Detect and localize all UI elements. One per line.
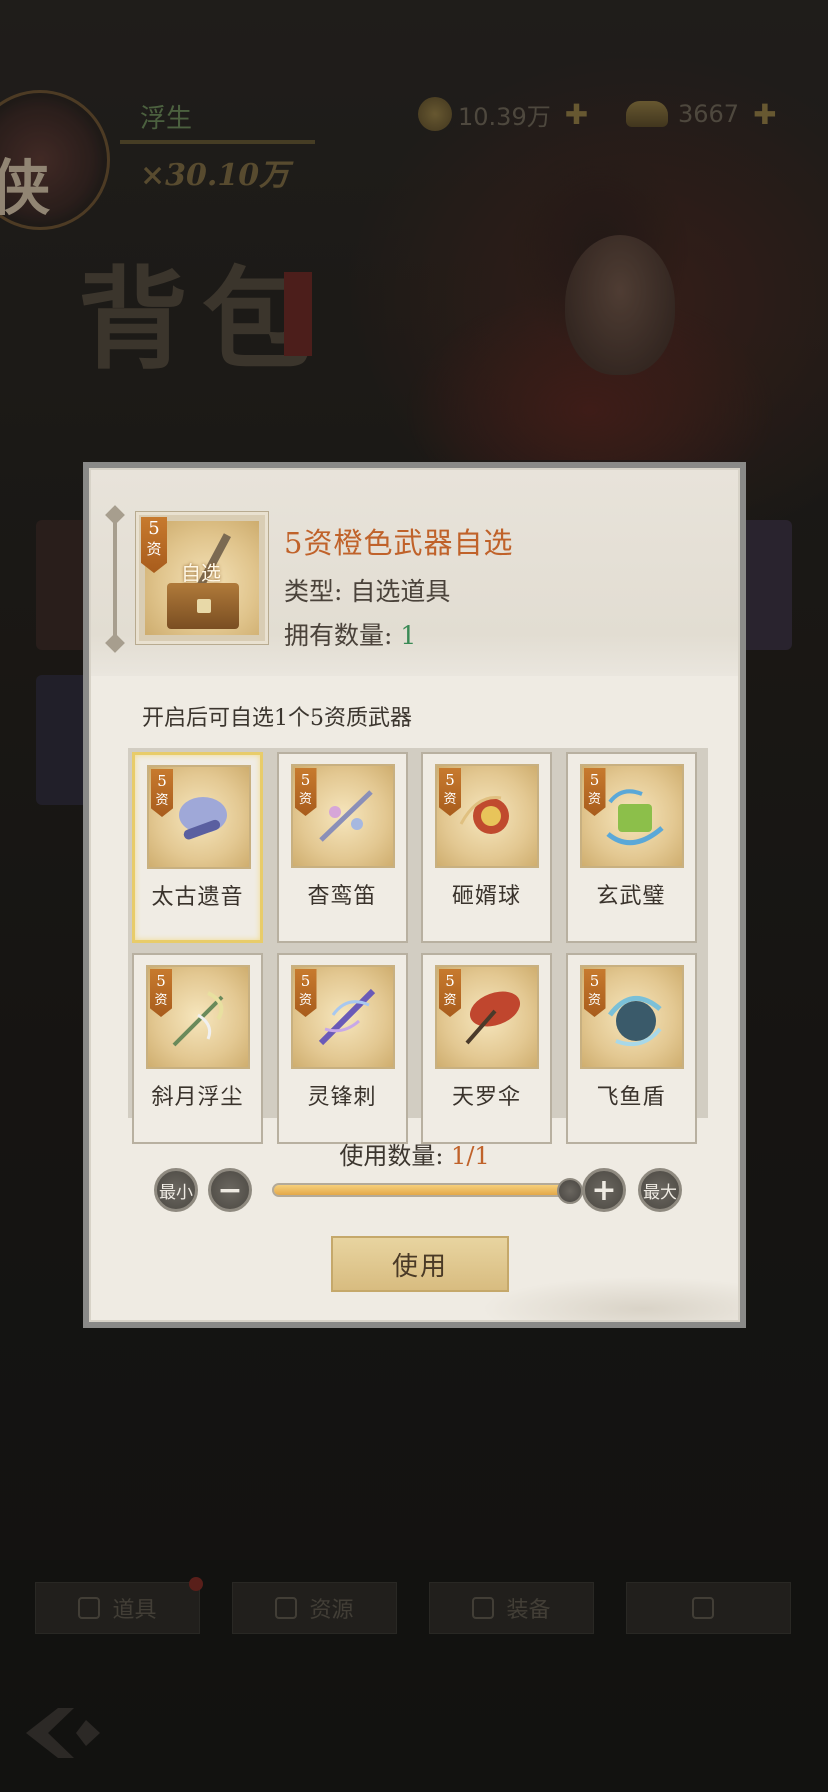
weapon-option-card[interactable]: 5 资砸婿球	[421, 752, 552, 943]
weapon-art-icon	[318, 790, 373, 842]
grade-char: 资	[587, 792, 601, 807]
weapon-icon: 5资	[146, 965, 250, 1069]
weapon-option-card[interactable]: 5 资飞鱼盾	[565, 953, 697, 1144]
scroll-ornament-icon	[113, 512, 117, 646]
weapon-option-card[interactable]: 5 资灵锋刺	[276, 953, 408, 1144]
weapon-icon: 5资	[290, 764, 395, 868]
weapon-name: 玄武璧	[596, 884, 666, 909]
grade-char: 资	[587, 993, 601, 1008]
weapon-art-icon	[465, 991, 521, 1045]
weapon-art-icon	[607, 995, 662, 1046]
grade-badge: 5资	[294, 768, 317, 816]
weapon-art-icon	[172, 991, 224, 1047]
min-quantity-button[interactable]: 最小	[154, 1168, 198, 1212]
item-owned: 拥有数量: 1	[284, 616, 416, 652]
weapon-icon: 5资	[290, 965, 395, 1069]
quantity-slider[interactable]	[272, 1178, 583, 1204]
grade-char: 资	[443, 792, 457, 807]
grade-char: 资	[155, 793, 169, 808]
grade-badge: 5 资	[141, 517, 167, 573]
decrease-quantity-button[interactable]: −	[208, 1168, 252, 1212]
weapon-name: 斜月浮尘	[151, 1085, 244, 1110]
item-description: 开启后可自选1个5资质武器	[142, 706, 412, 731]
weapon-name: 天罗伞	[451, 1085, 521, 1110]
use-quantity: 使用数量: 1/1	[91, 1136, 738, 1171]
dialog-panel: 自选 5 资 5资橙色武器自选 类型: 自选道具 拥有数量: 1 开启后可自选1…	[89, 468, 740, 1322]
item-title: 5资橙色武器自选	[284, 526, 514, 560]
grade-number: 5	[148, 518, 160, 539]
weapon-options-panel: 5 资太古遗音 5 资杳鸾笛 5 资砸婿球 5 资玄武璧 5 资斜月浮尘 5 资灵锋刺 5 资天罗伞 5 资飞…	[128, 748, 708, 1144]
grade-char: 资	[154, 993, 168, 1008]
grade-badge: 5资	[583, 969, 606, 1017]
grade-number: 5	[589, 972, 600, 990]
grade-number: 5	[156, 972, 166, 990]
increase-quantity-button[interactable]: +	[582, 1168, 626, 1212]
grade-number: 5	[589, 771, 600, 789]
weapon-icon: 5资	[147, 765, 251, 869]
weapon-option-card[interactable]: 5 资天罗伞	[421, 953, 552, 1144]
weapon-option-card[interactable]: 5 资斜月浮尘	[132, 953, 263, 1144]
grade-number: 5	[300, 771, 311, 789]
weapon-icon: 5资	[579, 764, 684, 868]
weapon-art-icon	[605, 789, 664, 846]
grade-badge: 5资	[439, 969, 461, 1017]
weapon-options-grid: 5 资太古遗音 5 资杳鸾笛 5 资砸婿球 5 资玄武璧 5 资斜月浮尘 5 资灵锋刺 5 资天罗伞 5 资飞…	[132, 752, 704, 1144]
weapon-art-icon	[318, 988, 375, 1046]
grade-badge: 5资	[439, 768, 461, 816]
weapon-icon: 5资	[435, 965, 539, 1069]
type-value: 自选道具	[350, 577, 451, 606]
grade-badge: 5资	[294, 969, 317, 1017]
weapon-option-card[interactable]: 5 资杳鸾笛	[276, 752, 408, 943]
grade-char: 资	[443, 993, 457, 1008]
grade-number: 5	[445, 972, 455, 990]
weapon-art-icon	[179, 797, 227, 840]
item-use-dialog: 自选 5 资 5资橙色武器自选 类型: 自选道具 拥有数量: 1 开启后可自选1…	[83, 462, 746, 1328]
weapon-option-card[interactable]: 5 资太古遗音	[132, 752, 263, 943]
item-icon-frame: 自选 5 资	[136, 512, 268, 644]
weapon-art-icon	[459, 796, 509, 834]
weapon-icon: 5资	[435, 764, 539, 868]
quantity-value: 1/1	[451, 1142, 490, 1170]
grade-number: 5	[445, 771, 455, 789]
weapon-name: 飞鱼盾	[596, 1085, 666, 1110]
grade-badge: 5资	[150, 969, 172, 1017]
owned-count: 1	[400, 621, 417, 650]
chest-art-label: 自选	[181, 561, 221, 585]
slider-handle[interactable]	[557, 1178, 583, 1204]
grade-char: 资	[298, 792, 312, 807]
weapon-name: 灵锋刺	[307, 1085, 377, 1110]
weapon-name: 杳鸾笛	[307, 884, 377, 909]
grade-badge: 5资	[151, 769, 173, 817]
chest-lock	[197, 599, 211, 613]
grade-number: 5	[300, 972, 311, 990]
owned-label: 拥有数量:	[284, 621, 401, 650]
item-header: 自选 5 资 5资橙色武器自选 类型: 自选道具 拥有数量: 1	[91, 470, 738, 676]
slider-fill	[274, 1185, 570, 1195]
weapon-name: 太古遗音	[151, 885, 244, 910]
grade-char: 资	[146, 540, 162, 558]
weapon-name: 砸婿球	[451, 884, 521, 909]
item-type: 类型: 自选道具	[284, 572, 450, 608]
type-label: 类型:	[284, 577, 351, 606]
weapon-option-card[interactable]: 5 资玄武璧	[565, 752, 697, 943]
weapon-icon: 5资	[579, 965, 684, 1069]
grade-char: 资	[298, 993, 312, 1008]
grade-number: 5	[157, 772, 167, 790]
grade-badge: 5资	[583, 768, 606, 816]
max-quantity-button[interactable]: 最大	[638, 1168, 682, 1212]
use-button[interactable]: 使用	[331, 1236, 509, 1292]
quantity-label: 使用数量:	[339, 1142, 452, 1170]
